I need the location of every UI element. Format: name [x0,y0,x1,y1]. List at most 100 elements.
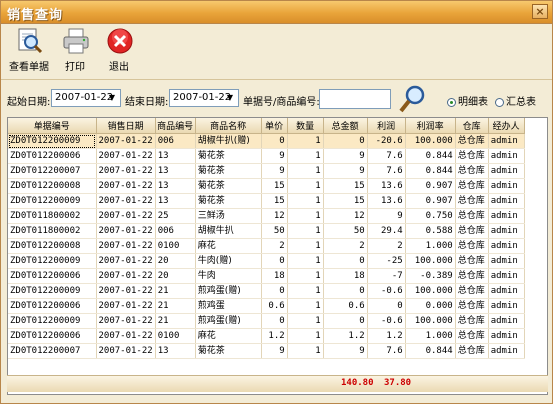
code-search-input[interactable] [319,89,391,109]
table-cell: 21 [155,283,196,299]
table-cell: ZD0T012200008 [8,178,97,194]
table-cell: 1 [287,178,324,194]
detail-radio[interactable]: 明细表 [447,93,488,108]
window-title: 销售查询 [7,8,64,23]
table-row[interactable]: ZD0T012200006 2007-01-22 21 煎鸡蛋 0.6 1 0.6 0 0.00… [8,298,525,314]
table-cell: 1.2 [261,328,288,344]
table-cell: 15 [323,193,368,209]
table-cell: admin [488,253,525,269]
table-cell: 0 [323,253,368,269]
table-cell: 1 [287,343,324,359]
table-row[interactable]: ZD0T012200006 2007-01-22 20 牛肉 18 1 18 -7 -0.389… [8,268,525,284]
exit-label: 退出 [109,62,129,73]
title-bar[interactable]: 销售查询 × [1,1,552,24]
table-cell: 总仓库 [455,298,489,314]
table-row[interactable]: ZD0T012200007 2007-01-22 13 菊花茶 9 1 9 7.6 0.844 总… [8,343,525,359]
table-cell: 9 [367,208,406,224]
table-cell: 13 [155,163,196,179]
table-row[interactable]: ZD0T012200007 2007-01-22 13 菊花茶 9 1 9 7.6 0.844 总… [8,163,525,179]
print-button[interactable]: 打印 [61,27,89,75]
table-cell: 2007-01-22 [96,313,156,329]
start-date-picker[interactable]: 2007-01-22 ▼ [51,89,121,107]
table-cell: 总仓库 [455,313,489,329]
exit-x-icon [107,28,133,54]
table-cell: 13 [155,343,196,359]
table-cell: 9 [323,343,368,359]
view-document-label: 查看单据 [9,62,49,73]
table-cell: 1.2 [323,328,368,344]
column-header[interactable]: 经办人 [488,118,525,134]
chevron-down-icon[interactable]: ▼ [223,91,237,105]
column-header[interactable]: 数量 [287,118,324,134]
column-header[interactable]: 单价 [261,118,288,134]
table-cell: 0.6 [323,298,368,314]
table-row[interactable]: ZD0T012200008 2007-01-22 0100 麻花 2 1 2 2 1.000 总仓… [8,238,525,254]
table-cell: 2 [323,238,368,254]
table-cell: 100.000 [405,313,456,329]
table-cell: 12 [261,208,288,224]
table-row[interactable]: ZD0T012200009 2007-01-22 21 煎鸡蛋(赠) 0 1 0 -0.6 10… [8,283,525,299]
search-icon[interactable] [398,84,428,114]
close-button[interactable]: × [532,4,548,19]
table-cell: 18 [261,268,288,284]
chevron-down-icon[interactable]: ▼ [105,91,119,105]
end-date-picker[interactable]: 2007-01-22 ▼ [169,89,239,107]
column-header[interactable]: 利润率 [405,118,456,134]
table-cell: 1 [287,253,324,269]
table-cell: 2 [367,238,406,254]
table-row[interactable]: ZD0T011800002 2007-01-22 25 三鲜汤 12 1 12 9 0.750 总… [8,208,525,224]
table-cell: 2007-01-22 [96,343,156,359]
toolbar: 查看单据 打印 退出 [1,24,552,80]
start-date-label: 起始日期: [7,97,51,108]
table-row[interactable]: ZD0T012200006 2007-01-22 0100 麻花 1.2 1 1.2 1.2 1… [8,328,525,344]
table-cell: 0 [323,313,368,329]
table-cell: ZD0T012200009 [8,133,97,149]
table-cell: admin [488,148,525,164]
table-row[interactable]: ZD0T012200009 2007-01-22 21 煎鸡蛋(赠) 0 1 0 -0.6 10… [8,313,525,329]
table-cell: ZD0T012200007 [8,343,97,359]
total-amount: 140.80 [341,378,374,388]
table-cell: 2007-01-22 [96,238,156,254]
summary-radio[interactable]: 汇总表 [495,93,536,108]
table-cell: 0.000 [405,298,456,314]
column-header[interactable]: 仓库 [455,118,489,134]
table-row[interactable]: ZD0T012200006 2007-01-22 13 菊花茶 9 1 9 7.6 0.844 总… [8,148,525,164]
table-cell: ZD0T012200007 [8,163,97,179]
view-document-button[interactable]: 查看单据 [9,27,49,75]
table-row[interactable]: ZD0T012200009 2007-01-22 20 牛肉(赠) 0 1 0 -25 100.… [8,253,525,269]
column-header[interactable]: 总金额 [323,118,368,134]
table-cell: 1.000 [405,328,456,344]
table-cell: 总仓库 [455,253,489,269]
table-row[interactable]: ZD0T012200009 2007-01-22 006 胡椒牛扒(赠) 0 1 0 -20.… [8,133,525,149]
table-cell: 1 [287,223,324,239]
column-header[interactable]: 单据编号 [8,118,97,134]
table-cell: 1 [287,238,324,254]
table-cell: 0.844 [405,163,456,179]
table-cell: 麻花 [195,238,262,254]
table-cell: 2007-01-22 [96,268,156,284]
column-header[interactable]: 利润 [367,118,406,134]
table-row[interactable]: ZD0T012200008 2007-01-22 13 菊花茶 15 1 15 13.6 0.9… [8,178,525,194]
table-cell: 100.000 [405,133,456,149]
table-cell: 煎鸡蛋(赠) [195,283,262,299]
table-row[interactable]: ZD0T012200009 2007-01-22 13 菊花茶 15 1 15 13.6 0.9… [8,193,525,209]
table-cell: 7.6 [367,148,406,164]
column-header[interactable]: 商品名称 [195,118,262,134]
column-header[interactable]: 销售日期 [96,118,156,134]
table-cell: ZD0T012200006 [8,298,97,314]
column-header[interactable]: 商品编号 [155,118,196,134]
table-cell: 13 [155,193,196,209]
table-cell: admin [488,328,525,344]
table-cell: 总仓库 [455,328,489,344]
table-cell: 1 [287,148,324,164]
table-cell: admin [488,313,525,329]
table-cell: admin [488,208,525,224]
table-row[interactable]: ZD0T011800002 2007-01-22 006 胡椒牛扒 50 1 50 29.4 0… [8,223,525,239]
table-cell: 50 [261,223,288,239]
table-cell: 煎鸡蛋 [195,298,262,314]
table-cell: 总仓库 [455,148,489,164]
exit-button[interactable]: 退出 [105,27,133,75]
table-cell: -0.6 [367,313,406,329]
table-cell: 麻花 [195,328,262,344]
table-cell: 0 [261,253,288,269]
